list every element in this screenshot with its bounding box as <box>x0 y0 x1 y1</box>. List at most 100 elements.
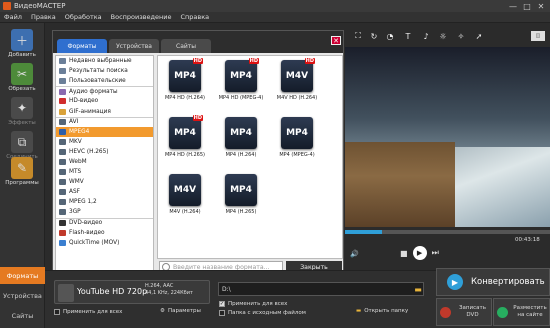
fade-icon[interactable]: ➚ <box>472 29 486 43</box>
audio-icon[interactable]: ♪ <box>419 29 433 43</box>
output-format-selector[interactable]: YouTube HD 720p H.264, AAC 44,1 KHz, 224… <box>54 280 210 304</box>
category-label: GIF-анимация <box>69 108 111 115</box>
dialog-tab-devices[interactable]: Устройства <box>109 39 159 53</box>
original-view-icon[interactable]: ◫ <box>531 31 545 41</box>
format-tile[interactable]: M4V HD M4V HD (H.264) <box>276 58 318 112</box>
category-icon <box>59 220 66 227</box>
menu-help[interactable]: Справка <box>180 13 209 21</box>
tab-devices[interactable]: Устройства <box>0 287 45 304</box>
crop-icon[interactable]: ⛶ <box>351 29 365 43</box>
category-item[interactable]: Результаты поиска <box>56 66 153 76</box>
apply-all-left-checkbox[interactable]: Применить для всех <box>54 309 122 315</box>
category-item[interactable]: Flash-видео <box>56 228 153 238</box>
category-item[interactable]: Недавно выбранные <box>56 56 153 66</box>
tab-sites[interactable]: Сайты <box>0 307 45 324</box>
category-icon <box>59 169 66 176</box>
category-item[interactable]: MPEG4 <box>56 126 153 137</box>
category-item[interactable]: WebM <box>56 157 153 167</box>
minimize-button[interactable]: — <box>506 0 520 12</box>
format-tile[interactable]: MP4 HD MP4 HD (H.265) <box>164 115 206 169</box>
apply-all-top-checkbox[interactable]: ✓ Применить для всех <box>219 301 287 307</box>
format-tile[interactable]: MP4 MP4 (H.264) <box>220 117 262 169</box>
effects-button[interactable]: ✦ Эффекты <box>3 97 41 126</box>
category-label: MTS <box>69 169 82 176</box>
dialog-tab-sites[interactable]: Сайты <box>161 39 211 53</box>
format-tile-text: M4V <box>285 71 309 81</box>
publish-button[interactable]: Разместить на сайте <box>493 298 550 326</box>
format-tile[interactable]: M4V M4V (H.264) <box>164 174 206 226</box>
open-folder-button[interactable]: ▬ Открыть папку <box>356 308 408 314</box>
stop-icon[interactable]: ■ <box>400 249 408 258</box>
category-item[interactable]: Пользовательские <box>56 76 153 86</box>
folder-icon[interactable]: ▬ <box>412 283 424 295</box>
category-label: Аудио форматы <box>69 88 118 95</box>
publish-label: Разместить на сайте <box>513 305 547 318</box>
category-label: HEVC (H.265) <box>69 148 109 155</box>
category-item[interactable]: MKV <box>56 137 153 147</box>
format-tile-icon: MP4 <box>225 174 257 206</box>
format-tile-icon: MP4 HD <box>169 115 203 149</box>
text-icon[interactable]: T <box>401 29 415 43</box>
category-item[interactable]: 3GP <box>56 207 153 217</box>
time-display: 00:43:18 <box>515 237 540 243</box>
category-item[interactable]: GIF-анимация <box>56 106 153 116</box>
speed-icon[interactable]: ◔ <box>383 29 397 43</box>
category-item[interactable]: Аудио форматы <box>56 86 153 96</box>
format-tile[interactable]: MP4 HD MP4 HD (MPEG-4) <box>219 58 263 112</box>
category-label: Недавно выбранные <box>69 58 132 65</box>
category-item[interactable]: HD-видео <box>56 96 153 106</box>
seek-progress <box>345 230 382 234</box>
category-icon <box>59 179 66 186</box>
category-item[interactable]: ASF <box>56 187 153 197</box>
format-tile[interactable]: MP4 MP4 (MPEG-4) <box>276 117 318 169</box>
category-icon <box>59 119 66 126</box>
format-tile[interactable]: MP4 MP4 (H.265) <box>220 174 262 226</box>
category-list: Недавно выбранные Результаты поиска Пользо… <box>55 55 154 275</box>
category-icon <box>59 88 66 95</box>
dialog-tab-formats[interactable]: Форматы <box>57 39 107 53</box>
format-tile-icon: M4V HD <box>281 58 315 92</box>
add-button[interactable]: ＋ Добавить <box>3 29 41 58</box>
menu-processing[interactable]: Обработка <box>65 13 102 21</box>
menu-file[interactable]: Файл <box>4 13 22 21</box>
dialog-close-icon[interactable]: ✕ <box>331 36 341 45</box>
category-item[interactable]: QuickTime (MOV) <box>56 238 153 248</box>
brightness-icon[interactable]: ☼ <box>436 29 450 43</box>
join-button[interactable]: ⧉ Соединить <box>3 131 41 160</box>
category-item[interactable]: HEVC (H.265) <box>56 147 153 157</box>
source-folder-checkbox[interactable]: Папка с исходным файлом <box>219 310 306 316</box>
output-path-field[interactable]: D:\ <box>218 282 424 296</box>
burn-dvd-button[interactable]: Записать DVD <box>436 298 492 326</box>
category-item[interactable]: WMV <box>56 177 153 187</box>
category-icon <box>59 128 66 135</box>
category-icon <box>59 189 66 196</box>
convert-button[interactable]: ▶ Конвертировать <box>436 268 550 296</box>
menu-edit[interactable]: Правка <box>31 13 56 21</box>
parameters-button[interactable]: ⚙ Параметры <box>160 308 201 314</box>
rotate-icon[interactable]: ↻ <box>367 29 381 43</box>
format-tile[interactable]: MP4 HD MP4 HD (H.264) <box>164 58 206 112</box>
volume-icon[interactable]: 🔊 <box>350 250 359 258</box>
category-item[interactable]: AVI <box>56 116 153 127</box>
category-item[interactable]: MTS <box>56 167 153 177</box>
window-title: ВидеоМАСТЕР <box>14 2 66 10</box>
format-tile-icon: M4V <box>169 174 201 206</box>
maximize-button[interactable]: □ <box>520 0 534 12</box>
dvd-label: Записать DVD <box>459 305 486 318</box>
format-tile-label: MP4 HD (H.265) <box>164 152 205 158</box>
convert-label: Конвертировать <box>471 277 545 287</box>
programs-button[interactable]: ✎ Программы <box>3 157 41 186</box>
youtube-format-icon <box>58 284 74 302</box>
close-window-button[interactable]: ✕ <box>534 0 548 12</box>
menu-playback[interactable]: Воспроизведение <box>111 13 172 21</box>
trim-button[interactable]: ✂ Обрезать <box>3 63 41 92</box>
tab-formats[interactable]: Форматы <box>0 267 45 284</box>
stabilize-icon[interactable]: ✧ <box>454 29 468 43</box>
next-frame-icon[interactable]: ⏭ <box>432 248 439 258</box>
category-item[interactable]: MPEG 1,2 <box>56 197 153 207</box>
seek-bar[interactable] <box>345 230 550 234</box>
play-icon[interactable]: ▶ <box>412 246 427 260</box>
format-tile-text: M4V <box>173 185 197 195</box>
category-item[interactable]: DVD-видео <box>56 217 153 228</box>
format-tile-icon: MP4 HD <box>169 58 203 92</box>
